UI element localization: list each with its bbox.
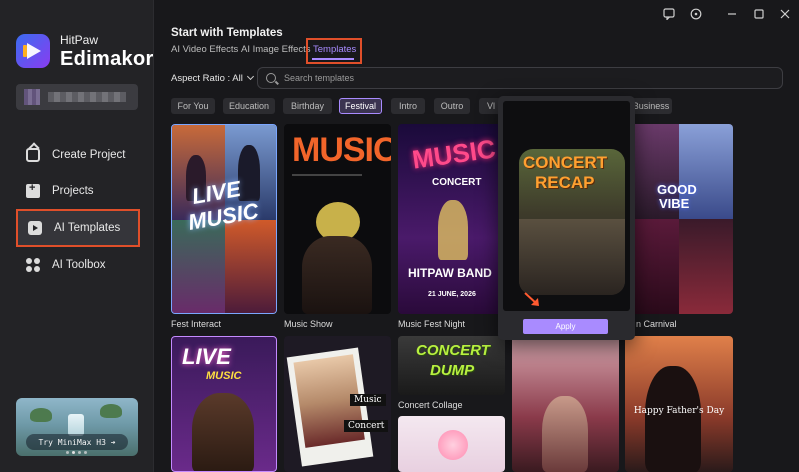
- promo-button[interactable]: Try MiniMax H3 ➔: [26, 434, 128, 450]
- chip-birthday[interactable]: Birthday: [283, 98, 332, 114]
- aspect-ratio-dropdown[interactable]: Aspect Ratio : All: [171, 72, 254, 84]
- template-card[interactable]: GOOD VIBE: [625, 124, 733, 314]
- template-icon: [28, 221, 42, 235]
- chip-vlog[interactable]: Vl: [479, 98, 500, 114]
- chip-for-you[interactable]: For You: [171, 98, 215, 114]
- sidebar-item-label: Projects: [52, 185, 94, 197]
- settings-icon[interactable]: [688, 6, 704, 22]
- template-card[interactable]: LIVE MUSIC: [171, 336, 277, 472]
- sidebar-item-create-project[interactable]: Create Project: [16, 136, 140, 174]
- template-card[interactable]: Music Concert: [284, 336, 391, 472]
- aspect-ratio-label: Aspect Ratio : All: [171, 73, 243, 84]
- sidebar-item-ai-toolbox[interactable]: AI Toolbox: [16, 246, 140, 284]
- flower-graphic: [438, 430, 468, 460]
- account-name-blurred: [48, 92, 126, 102]
- promo-banner[interactable]: Try MiniMax H3 ➔: [16, 398, 138, 456]
- account-bar[interactable]: [16, 84, 138, 110]
- feedback-icon[interactable]: [661, 6, 677, 22]
- toolbox-icon: [26, 258, 40, 272]
- card-art-text: MUSIC: [410, 133, 498, 175]
- card-art-text: RECAP: [535, 173, 595, 192]
- card-art-text: DUMP: [430, 362, 475, 379]
- maximize-icon[interactable]: [751, 6, 767, 22]
- chip-festival[interactable]: Festival: [339, 98, 382, 114]
- carousel-dots[interactable]: [66, 451, 87, 454]
- island-graphic: [30, 408, 52, 422]
- card-art-text: Happy Father's Day: [633, 406, 725, 416]
- card-label: Concert Collage: [398, 400, 463, 410]
- photo-tile: [225, 220, 276, 313]
- chip-education[interactable]: Education: [223, 98, 275, 114]
- app-logo-icon: [16, 34, 50, 68]
- apply-button[interactable]: Apply: [523, 319, 608, 334]
- card-art-text: Concert: [344, 420, 389, 432]
- tab-ai-image-effects[interactable]: AI Image Effects: [241, 44, 311, 55]
- preview-video[interactable]: CONCERT RECAP: [503, 101, 630, 311]
- crowd-photo: [542, 396, 588, 472]
- minimize-icon[interactable]: [724, 6, 740, 22]
- close-icon[interactable]: [777, 6, 793, 22]
- template-card[interactable]: [398, 416, 505, 472]
- chip-business[interactable]: Business: [630, 98, 672, 114]
- card-art-text: Music: [350, 394, 386, 406]
- avatar: [24, 89, 40, 105]
- card-label: Music Show: [284, 319, 333, 329]
- search-bar[interactable]: [257, 67, 783, 89]
- template-card[interactable]: MUSIC CONCERT HITPAW BAND 21 JUNE, 2026: [398, 124, 505, 314]
- template-card[interactable]: [512, 336, 619, 472]
- chip-outro[interactable]: Outro: [434, 98, 470, 114]
- performer-silhouette: [438, 200, 468, 260]
- template-card[interactable]: MUSIC: [284, 124, 391, 314]
- divider: [292, 174, 362, 176]
- sidebar: HitPaw Edimakor Create Project Projects …: [0, 0, 154, 472]
- card-art-text: VIBE: [659, 196, 690, 211]
- template-card[interactable]: CONCERT DUMP: [398, 336, 505, 395]
- card-art-text: LIVE: [182, 344, 231, 369]
- silhouette-photo: [645, 366, 701, 472]
- sidebar-item-projects[interactable]: Projects: [16, 172, 140, 210]
- search-icon: [266, 73, 276, 83]
- card-art-text: MUSIC: [292, 131, 391, 169]
- card-art-text: CONCERT: [416, 342, 490, 359]
- tab-highlight-box: [306, 38, 362, 64]
- tab-ai-video-effects[interactable]: AI Video Effects: [171, 44, 238, 55]
- preview-card: CONCERT RECAP: [519, 149, 625, 295]
- search-input[interactable]: [284, 73, 764, 83]
- card-art-text: HITPAW BAND: [408, 266, 492, 280]
- waterfall-graphic: [68, 414, 84, 436]
- template-card[interactable]: Happy Father's Day: [625, 336, 733, 472]
- photo-tile: [172, 220, 225, 313]
- card-art-text: GOOD: [657, 182, 697, 197]
- card-label: Fest Interact: [171, 319, 222, 329]
- arrow-pointer-icon: [524, 292, 539, 306]
- chip-intro[interactable]: Intro: [391, 98, 425, 114]
- card-art-text: CONCERT: [432, 177, 482, 188]
- photo-frame: [286, 347, 374, 467]
- page-title: Start with Templates: [171, 27, 283, 39]
- card-art-text: CONCERT: [523, 153, 608, 172]
- performer-silhouette: [302, 236, 372, 314]
- person-photo: [192, 393, 254, 471]
- crowd-photo: [519, 219, 625, 295]
- brand-name: Edimakor: [60, 48, 154, 70]
- card-label: n Carnival: [636, 319, 677, 329]
- brand-top: HitPaw: [60, 33, 99, 47]
- card-art-text: MUSIC: [206, 370, 242, 382]
- card-art-text: 21 JUNE, 2026: [428, 291, 476, 298]
- sidebar-item-label: Create Project: [52, 149, 126, 161]
- sidebar-item-label: AI Templates: [54, 222, 121, 234]
- template-preview-popup: CONCERT RECAP Apply: [498, 96, 635, 340]
- sidebar-item-label: AI Toolbox: [52, 259, 106, 271]
- folder-icon: [26, 182, 40, 198]
- card-label: Music Fest Night: [398, 319, 466, 329]
- island-graphic: [100, 404, 122, 418]
- chevron-down-icon: [246, 72, 254, 81]
- sidebar-item-ai-templates[interactable]: AI Templates: [16, 209, 140, 247]
- home-icon: [26, 148, 40, 162]
- template-card[interactable]: LIVE MUSIC: [171, 124, 277, 314]
- photo-tile: [679, 219, 733, 314]
